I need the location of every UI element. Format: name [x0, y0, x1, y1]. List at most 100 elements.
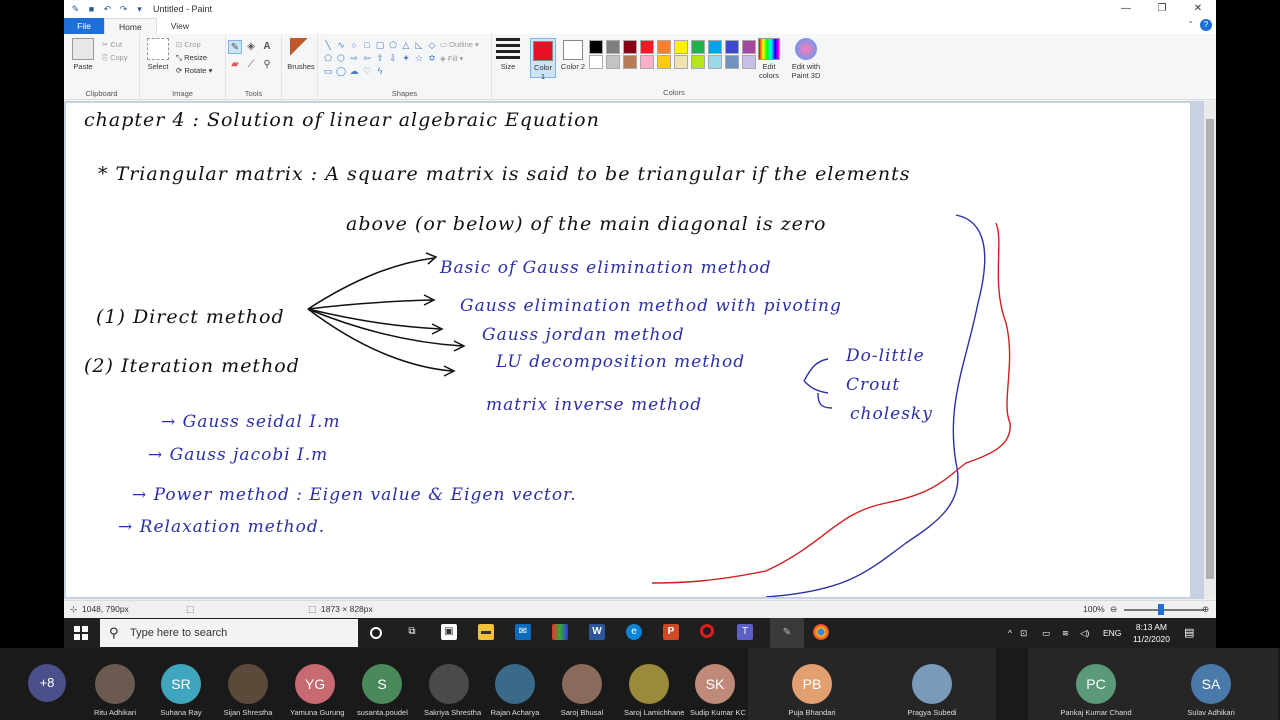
palette-swatch[interactable] [623, 55, 637, 69]
customize-qat-icon[interactable]: ▾ [134, 4, 145, 15]
undo-icon[interactable]: ↶ [102, 4, 113, 15]
curve-shape-icon[interactable]: ∿ [335, 39, 347, 51]
paint-taskbar-icon[interactable]: ✎ [770, 618, 804, 648]
mail-icon[interactable]: ✉ [515, 624, 531, 640]
zoom-slider[interactable] [1124, 609, 1204, 611]
palette-swatch[interactable] [606, 40, 620, 54]
oval-shape-icon[interactable]: ○ [348, 39, 360, 51]
palette-swatch[interactable] [657, 55, 671, 69]
palette-swatch[interactable] [742, 55, 756, 69]
tab-view[interactable]: View [157, 18, 203, 34]
powerpoint-icon[interactable]: P [663, 624, 679, 640]
diamond-shape-icon[interactable]: ◇ [426, 39, 438, 51]
copy-button[interactable]: ⎘ Copy [102, 53, 128, 63]
task-view-icon[interactable]: ⧉ [404, 624, 420, 640]
palette-swatch[interactable] [640, 40, 654, 54]
palette-swatch[interactable] [708, 55, 722, 69]
palette-swatch[interactable] [742, 40, 756, 54]
triangle-shape-icon[interactable]: △ [400, 39, 412, 51]
network-icon[interactable]: ⊡ [1020, 618, 1027, 648]
select-button[interactable]: Select [144, 38, 172, 71]
file-explorer-icon[interactable]: ▬ [478, 624, 494, 640]
down-arrow-shape-icon[interactable]: ⇩ [387, 52, 399, 64]
palette-swatch[interactable] [640, 55, 654, 69]
tab-home[interactable]: Home [104, 18, 157, 34]
line-shape-icon[interactable]: ╲ [322, 39, 334, 51]
text-icon[interactable]: A [260, 40, 274, 54]
color1-button[interactable]: Color 1 [530, 38, 556, 81]
palette-swatch[interactable] [691, 55, 705, 69]
paste-button[interactable]: Paste [70, 38, 96, 71]
drawing-canvas[interactable]: chapter 4 : Solution of linear algebraic… [66, 103, 1190, 597]
heart-shape-icon[interactable]: ♡ [361, 65, 373, 77]
right-triangle-shape-icon[interactable]: ◺ [413, 39, 425, 51]
palette-swatch[interactable] [725, 40, 739, 54]
rectangle-shape-icon[interactable]: □ [361, 39, 373, 51]
cut-button[interactable]: ✂ Cut [102, 40, 122, 49]
outline-button[interactable]: ▭ Outline ▾ [440, 40, 479, 49]
minimize-button[interactable]: — [1108, 0, 1144, 18]
teams-icon[interactable]: T [737, 624, 753, 640]
participant-tile[interactable]: Saroj Lamichhane [624, 648, 684, 720]
pencil-icon[interactable]: ✎ [228, 40, 242, 54]
palette-swatch[interactable] [708, 40, 722, 54]
magnifier-icon[interactable]: ⚲ [260, 58, 274, 72]
brushes-button[interactable]: Brushes [286, 38, 316, 71]
callout-rect-shape-icon[interactable]: ▭ [322, 65, 334, 77]
fill-bucket-icon[interactable]: ◈ [244, 40, 258, 54]
participant-tile[interactable]: Sijan Shrestha [223, 648, 273, 720]
chrome-icon[interactable] [813, 624, 829, 640]
battery-icon[interactable]: ▭ [1042, 618, 1050, 648]
participant-tile[interactable]: Saroj Bhusal [557, 648, 607, 720]
right-arrow-shape-icon[interactable]: ⇨ [348, 52, 360, 64]
resize-button[interactable]: ⤡ Resize [176, 53, 207, 63]
save-icon[interactable]: ■ [86, 4, 97, 15]
clock[interactable]: 8:13 AM 11/2/2020 [1133, 621, 1170, 645]
maximize-button[interactable]: ❐ [1144, 0, 1180, 18]
pentagon-shape-icon[interactable]: ⬠ [322, 52, 334, 64]
size-button[interactable]: Size [492, 38, 524, 71]
palette-swatch[interactable] [674, 40, 688, 54]
color-picker-icon[interactable]: ⟋ [244, 58, 258, 72]
cortana-icon[interactable] [370, 627, 382, 639]
palette-swatch[interactable] [589, 55, 603, 69]
palette-swatch[interactable] [725, 55, 739, 69]
star5-shape-icon[interactable]: ☆ [413, 52, 425, 64]
participant-tile[interactable]: Sakriya Shrestha [424, 648, 481, 720]
polygon-shape-icon[interactable]: ⬠ [387, 39, 399, 51]
participant-tile[interactable]: Ritu Adhikari [90, 648, 140, 720]
vertical-scrollbar[interactable] [1204, 101, 1216, 599]
edge-icon[interactable]: e [626, 624, 642, 640]
palette-swatch[interactable] [623, 40, 637, 54]
color2-button[interactable]: Color 2 [560, 40, 586, 71]
palette-swatch[interactable] [589, 40, 603, 54]
crop-button[interactable]: ⊡ Crop [176, 40, 201, 49]
more-participants-button[interactable]: +8 [22, 648, 72, 720]
zoom-out-icon[interactable]: ⊖ [1110, 604, 1117, 615]
up-arrow-shape-icon[interactable]: ⇧ [374, 52, 386, 64]
participant-tile[interactable]: PB Puja Bhandari [748, 648, 876, 720]
redo-icon[interactable]: ↷ [118, 4, 129, 15]
edit-paint3d-button[interactable]: Edit with Paint 3D [786, 38, 826, 80]
participant-tile[interactable]: Pragya Subedi [868, 648, 996, 720]
palette-swatch[interactable] [657, 40, 671, 54]
participant-tile[interactable]: SA Sulav Adhikari [1144, 648, 1278, 720]
start-button[interactable] [74, 626, 88, 640]
rotate-button[interactable]: ⟳ Rotate ▾ [176, 66, 212, 75]
help-icon[interactable]: ? [1200, 19, 1212, 31]
star6-shape-icon[interactable]: ✡ [426, 52, 438, 64]
color-palette[interactable] [589, 40, 758, 69]
eraser-icon[interactable]: ▰ [228, 58, 242, 72]
language-indicator[interactable]: ENG [1103, 618, 1121, 648]
edit-colors-button[interactable]: Edit colors [756, 38, 782, 80]
lightning-shape-icon[interactable]: ϟ [374, 65, 386, 77]
shapes-gallery[interactable]: ╲ ∿ ○ □ ▢ ⬠ △ ◺ ◇ ⬠ ⬡ ⇨ ⇦ ⇧ ⇩ ✦ ☆ ✡ ▭ ◯ ☁ ♡ ϟ [322, 39, 436, 77]
palette-swatch[interactable] [674, 55, 688, 69]
hexagon-shape-icon[interactable]: ⬡ [335, 52, 347, 64]
app-icon[interactable] [552, 624, 568, 640]
participant-tile[interactable]: SR Suhana Ray [156, 648, 206, 720]
opera-icon[interactable] [700, 624, 714, 638]
close-button[interactable]: ✕ [1180, 0, 1216, 18]
fill-button[interactable]: ◈ Fill ▾ [440, 54, 463, 63]
store-icon[interactable]: ▣ [441, 624, 457, 640]
